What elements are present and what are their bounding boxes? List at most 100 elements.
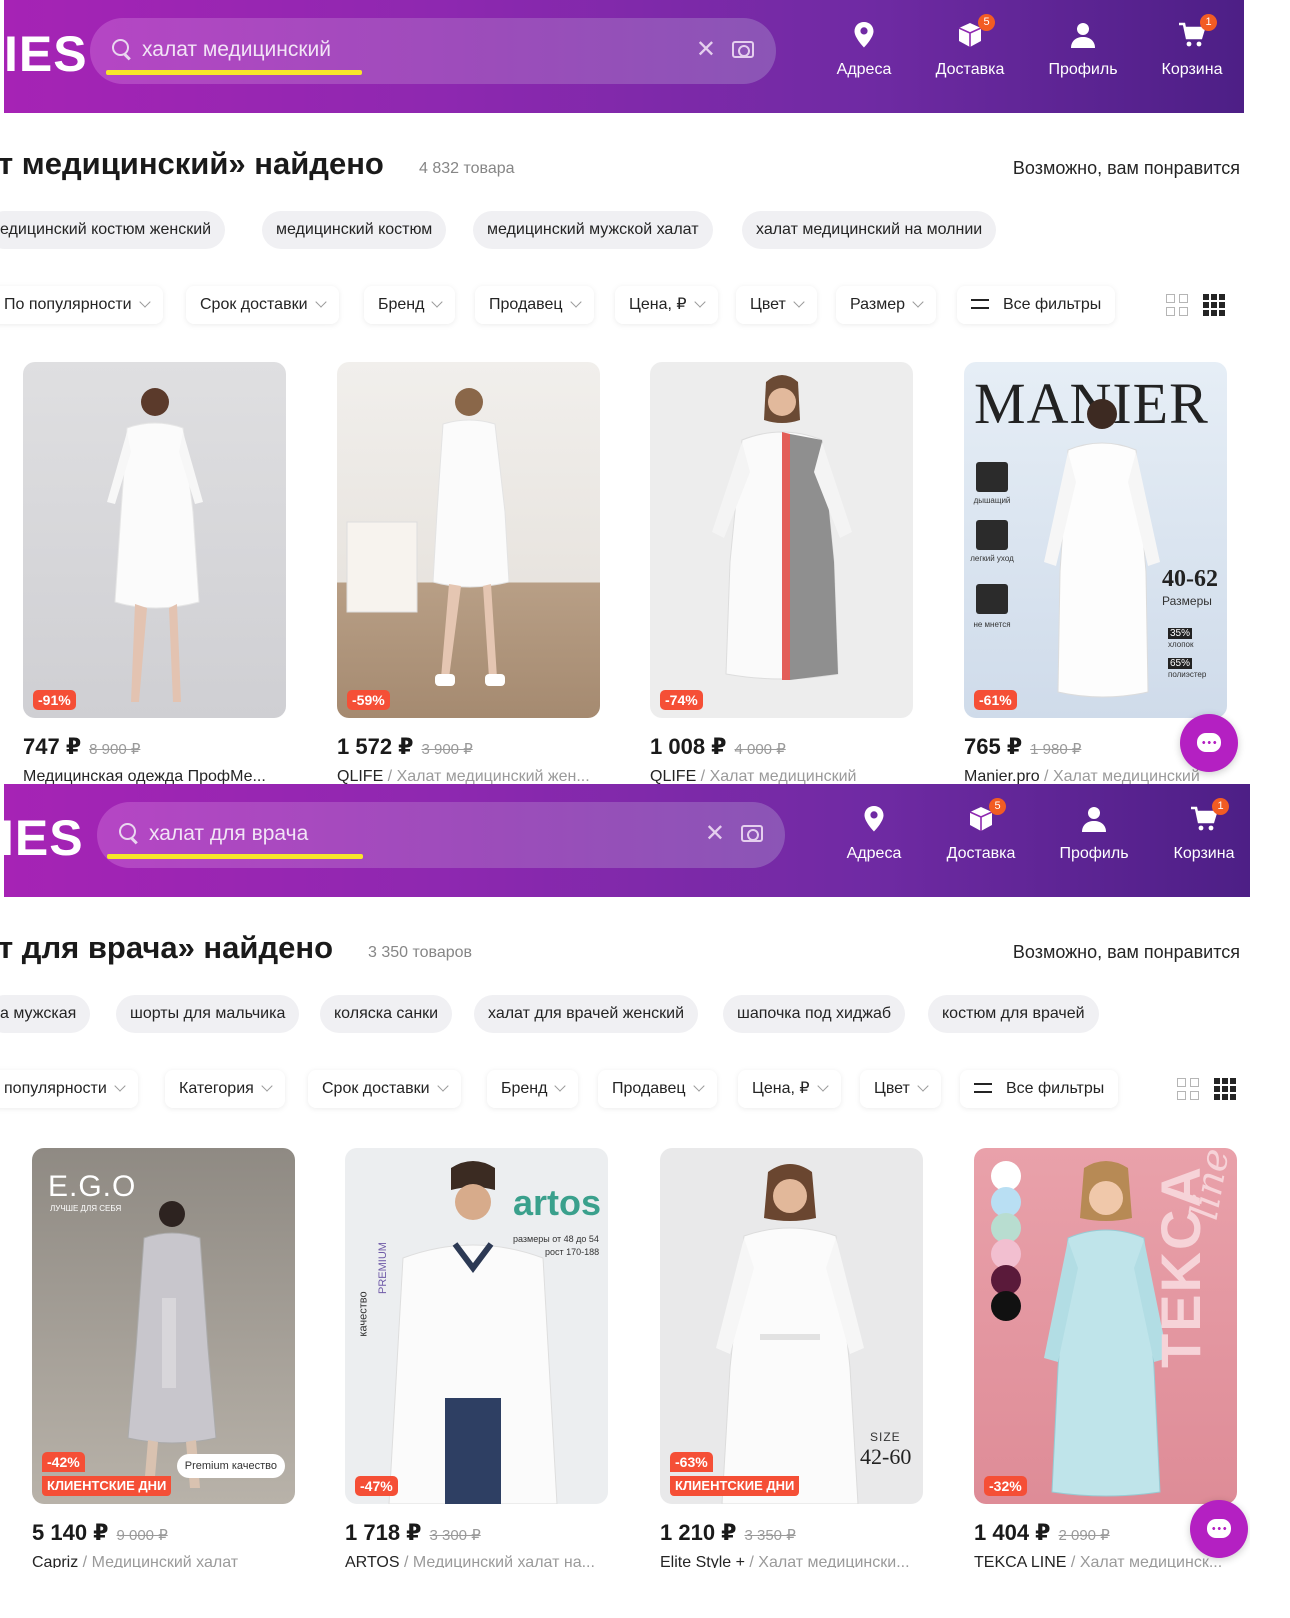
product-image[interactable]: -59% xyxy=(337,362,600,718)
product-image[interactable]: artos размеры от 48 до 54 рост 170-188 к… xyxy=(345,1148,608,1504)
nav-label: Адреса xyxy=(836,61,892,78)
filter-brand[interactable]: Бренд xyxy=(364,286,456,324)
camera-search-icon[interactable] xyxy=(741,825,763,842)
product-image[interactable]: TEKCA line -32% xyxy=(974,1148,1237,1504)
suggestion-chip[interactable]: медицинский мужской халат xyxy=(473,211,713,249)
chevron-down-icon xyxy=(314,296,327,308)
chat-button[interactable] xyxy=(1180,714,1238,772)
product-image[interactable]: SIZE 42-60 -63% КЛИЕНТСКИЕ ДНИ xyxy=(660,1148,923,1504)
suggestion-chip[interactable]: шорты для мальчика xyxy=(116,995,300,1033)
feature-label: легкий уход xyxy=(970,554,1014,563)
grid-9-view-icon[interactable] xyxy=(1214,1078,1236,1100)
search-icon xyxy=(112,39,134,61)
chevron-down-icon xyxy=(431,296,444,308)
product-card[interactable]: E.G.O ЛУЧШЕ ДЛЯ СЕБЯ Premium качество -4… xyxy=(32,1148,295,1568)
product-card[interactable]: MANIER дышащий легкий уход не мнется 40-… xyxy=(964,362,1227,784)
suggestion-chip[interactable]: а мужская xyxy=(0,995,91,1033)
results-count: 4 832 товара xyxy=(419,160,515,177)
chat-button[interactable] xyxy=(1190,1500,1248,1558)
suggestion-chip[interactable]: шапочка под хиджаб xyxy=(723,995,906,1033)
search-input[interactable]: халат медицинский xyxy=(142,38,331,62)
product-card[interactable]: -59% 1 572 ₽ 3 900 ₽ QLIFE / Халат медици… xyxy=(337,362,600,784)
product-title[interactable]: TEKCA LINE / Халат медицинск... xyxy=(974,1554,1237,1568)
product-card[interactable]: -91% 747 ₽ 8 900 ₽ Медицинская одежда Про… xyxy=(23,362,286,784)
product-image[interactable]: -91% xyxy=(23,362,286,718)
maybe-you-like-link[interactable]: Возможно, вам понравится xyxy=(1013,942,1240,963)
camera-search-icon[interactable] xyxy=(732,41,754,58)
maybe-you-like-link[interactable]: Возможно, вам понравится xyxy=(1013,158,1240,179)
chevron-down-icon xyxy=(569,296,582,308)
suggestion-chip[interactable]: халат медицинский на молнии xyxy=(742,211,997,249)
filter-label: Срок доставки xyxy=(322,1080,430,1097)
product-card[interactable]: TEKCA line -32% 1 404 ₽ 2 090 ₽ TEKCA LIN… xyxy=(974,1148,1237,1568)
filter-label: популярности xyxy=(4,1080,107,1097)
grid-4-view-icon[interactable] xyxy=(1177,1078,1199,1100)
delivery-badge: 5 xyxy=(978,14,995,31)
product-card[interactable]: -74% 1 008 ₽ 4 000 ₽ QLIFE / Халат медици… xyxy=(650,362,913,784)
product-title[interactable]: QLIFE / Халат медицинский xyxy=(650,768,913,784)
discount-badge: -42% xyxy=(42,1452,85,1472)
search-bar[interactable]: халат медицинский ✕ xyxy=(90,18,776,84)
filter-sort[interactable]: популярности xyxy=(0,1070,138,1108)
suggestion-chip[interactable]: халат для врачей женский xyxy=(474,995,699,1033)
product-title[interactable]: QLIFE / Халат медицинский жен... xyxy=(337,768,600,784)
nav-profile[interactable]: Профиль xyxy=(1035,18,1131,98)
product-card[interactable]: artos размеры от 48 до 54 рост 170-188 к… xyxy=(345,1148,608,1568)
nav-delivery[interactable]: 5 Доставка xyxy=(933,798,1029,882)
filter-price[interactable]: Цена, ₽ xyxy=(615,286,718,324)
filter-delivery[interactable]: Срок доставки xyxy=(186,286,339,324)
nav-cart[interactable]: 1 Корзина xyxy=(1156,798,1250,882)
product-name: Медицинский халат на... xyxy=(412,1554,595,1568)
search-input[interactable]: халат для врача xyxy=(149,822,308,846)
filter-category[interactable]: Категория xyxy=(165,1070,285,1108)
filter-color[interactable]: Цвет xyxy=(860,1070,941,1108)
all-filters-button[interactable]: Все фильтры xyxy=(960,1070,1119,1108)
results-count: 3 350 товаров xyxy=(368,944,473,961)
filter-sort[interactable]: По популярности xyxy=(0,286,163,324)
filter-size[interactable]: Размер xyxy=(836,286,936,324)
site-logo[interactable]: IES xyxy=(0,809,84,867)
site-logo[interactable]: IES xyxy=(4,25,88,83)
product-name: Халат медицински... xyxy=(758,1554,910,1568)
product-brand: Медицинская одежда ПрофМе... xyxy=(23,768,266,784)
suggestion-chip[interactable]: медицинский костюм xyxy=(262,211,447,249)
product-title[interactable]: Elite Style + / Халат медицински... xyxy=(660,1554,923,1568)
product-image[interactable]: -74% xyxy=(650,362,913,718)
composition-label: полиэстер xyxy=(1168,670,1207,679)
clear-search-icon[interactable]: ✕ xyxy=(696,38,716,62)
chat-bubble-icon xyxy=(1197,733,1221,752)
product-image[interactable]: E.G.O ЛУЧШЕ ДЛЯ СЕБЯ Premium качество -4… xyxy=(32,1148,295,1504)
product-title[interactable]: ARTOS / Медицинский халат на... xyxy=(345,1554,608,1568)
grid-9-view-icon[interactable] xyxy=(1203,294,1225,316)
filter-price[interactable]: Цена, ₽ xyxy=(738,1070,841,1108)
product-price: 1 572 ₽ 3 900 ₽ xyxy=(337,734,473,760)
product-image[interactable]: MANIER дышащий легкий уход не мнется 40-… xyxy=(964,362,1227,718)
all-filters-button[interactable]: Все фильтры xyxy=(957,286,1116,324)
grid-4-view-icon[interactable] xyxy=(1166,294,1188,316)
product-price: 747 ₽ 8 900 ₽ xyxy=(23,734,140,760)
nav-delivery[interactable]: 5 Доставка xyxy=(922,14,1018,98)
filter-color[interactable]: Цвет xyxy=(736,286,817,324)
nav-label: Корзина xyxy=(1161,61,1223,78)
filter-sliders-icon xyxy=(971,297,989,311)
nav-addresses[interactable]: Адреса xyxy=(826,802,922,882)
product-title[interactable]: Capriz / Медицинский халат xyxy=(32,1554,295,1568)
product-card[interactable]: SIZE 42-60 -63% КЛИЕНТСКИЕ ДНИ 1 210 ₽ 3 … xyxy=(660,1148,923,1568)
nav-profile[interactable]: Профиль xyxy=(1046,802,1142,882)
nav-cart[interactable]: 1 Корзина xyxy=(1144,14,1240,98)
filter-brand[interactable]: Бренд xyxy=(487,1070,579,1108)
filter-seller[interactable]: Продавец xyxy=(598,1070,717,1108)
price-current: 747 ₽ xyxy=(23,734,82,759)
nav-addresses[interactable]: Адреса xyxy=(816,18,912,98)
filter-delivery[interactable]: Срок доставки xyxy=(308,1070,461,1108)
suggestion-chip[interactable]: коляска санки xyxy=(320,995,453,1033)
product-title[interactable]: Медицинская одежда ПрофМе... xyxy=(23,768,286,784)
filter-seller[interactable]: Продавец xyxy=(475,286,594,324)
product-brand: QLIFE xyxy=(650,768,697,784)
discount-badge: -91% xyxy=(33,690,76,710)
search-bar[interactable]: халат для врача ✕ xyxy=(97,802,785,868)
suggestion-chip[interactable]: костюм для врачей xyxy=(928,995,1099,1033)
product-title[interactable]: Manier.pro / Халат медицинский xyxy=(964,768,1227,784)
suggestion-chip[interactable]: едицинский костюм женский xyxy=(0,211,226,249)
clear-search-icon[interactable]: ✕ xyxy=(705,822,725,846)
